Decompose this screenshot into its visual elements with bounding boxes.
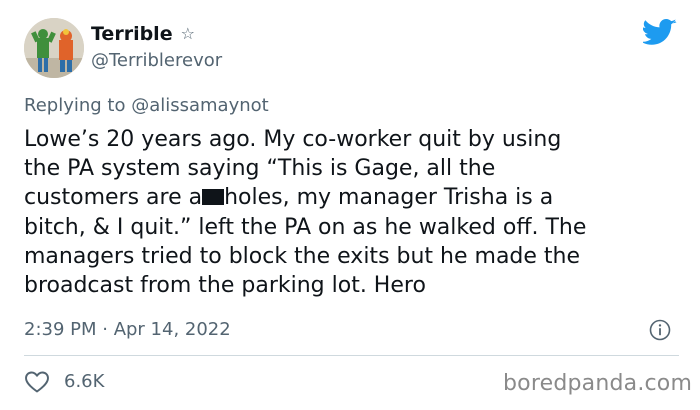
watermark: boredpanda.com bbox=[503, 371, 693, 396]
replying-to-line: Replying to @alissamaynot bbox=[24, 94, 269, 118]
tweet-timestamp[interactable]: 2:39 PM · Apr 14, 2022 bbox=[24, 318, 231, 342]
twitter-bird-icon[interactable] bbox=[643, 18, 677, 48]
tweet-line: the PA system saying “This is Gage, all … bbox=[24, 156, 496, 182]
star-icon: ☆ bbox=[180, 24, 195, 43]
tweet-text: Lowe’s 20 years ago. My co-worker quit b… bbox=[24, 125, 684, 300]
tweet-line: bitch, & I quit.” left the PA on as he w… bbox=[24, 214, 587, 240]
display-name-row[interactable]: Terrible ☆ bbox=[91, 22, 195, 46]
tweet-line: Lowe’s 20 years ago. My co-worker quit b… bbox=[24, 127, 562, 152]
divider bbox=[24, 355, 679, 356]
tweet-line: customers are a holes, my manager Trisha … bbox=[24, 183, 684, 212]
replying-to-label: Replying to bbox=[24, 95, 132, 116]
display-name[interactable]: Terrible bbox=[91, 22, 173, 46]
redaction-block bbox=[202, 189, 225, 206]
user-handle[interactable]: @Terriblerevor bbox=[91, 49, 222, 73]
tweet-line: broadcast from the parking lot. Hero bbox=[24, 273, 426, 299]
replying-to-mention[interactable]: @alissamaynot bbox=[131, 95, 269, 116]
tweet-line-segment: customers are a bbox=[24, 185, 203, 211]
tweet-card: Terrible ☆ @Terriblerevor Replying to @a… bbox=[0, 0, 700, 410]
info-icon[interactable] bbox=[649, 319, 671, 341]
avatar[interactable] bbox=[24, 18, 84, 78]
like-button[interactable]: 6.6K bbox=[24, 370, 104, 394]
tweet-line-segment: holes, my manager Trisha is a bbox=[224, 185, 554, 211]
tweet-line: managers tried to block the exits but he… bbox=[24, 243, 581, 269]
heart-icon[interactable] bbox=[24, 370, 50, 394]
like-count: 6.6K bbox=[64, 371, 105, 392]
